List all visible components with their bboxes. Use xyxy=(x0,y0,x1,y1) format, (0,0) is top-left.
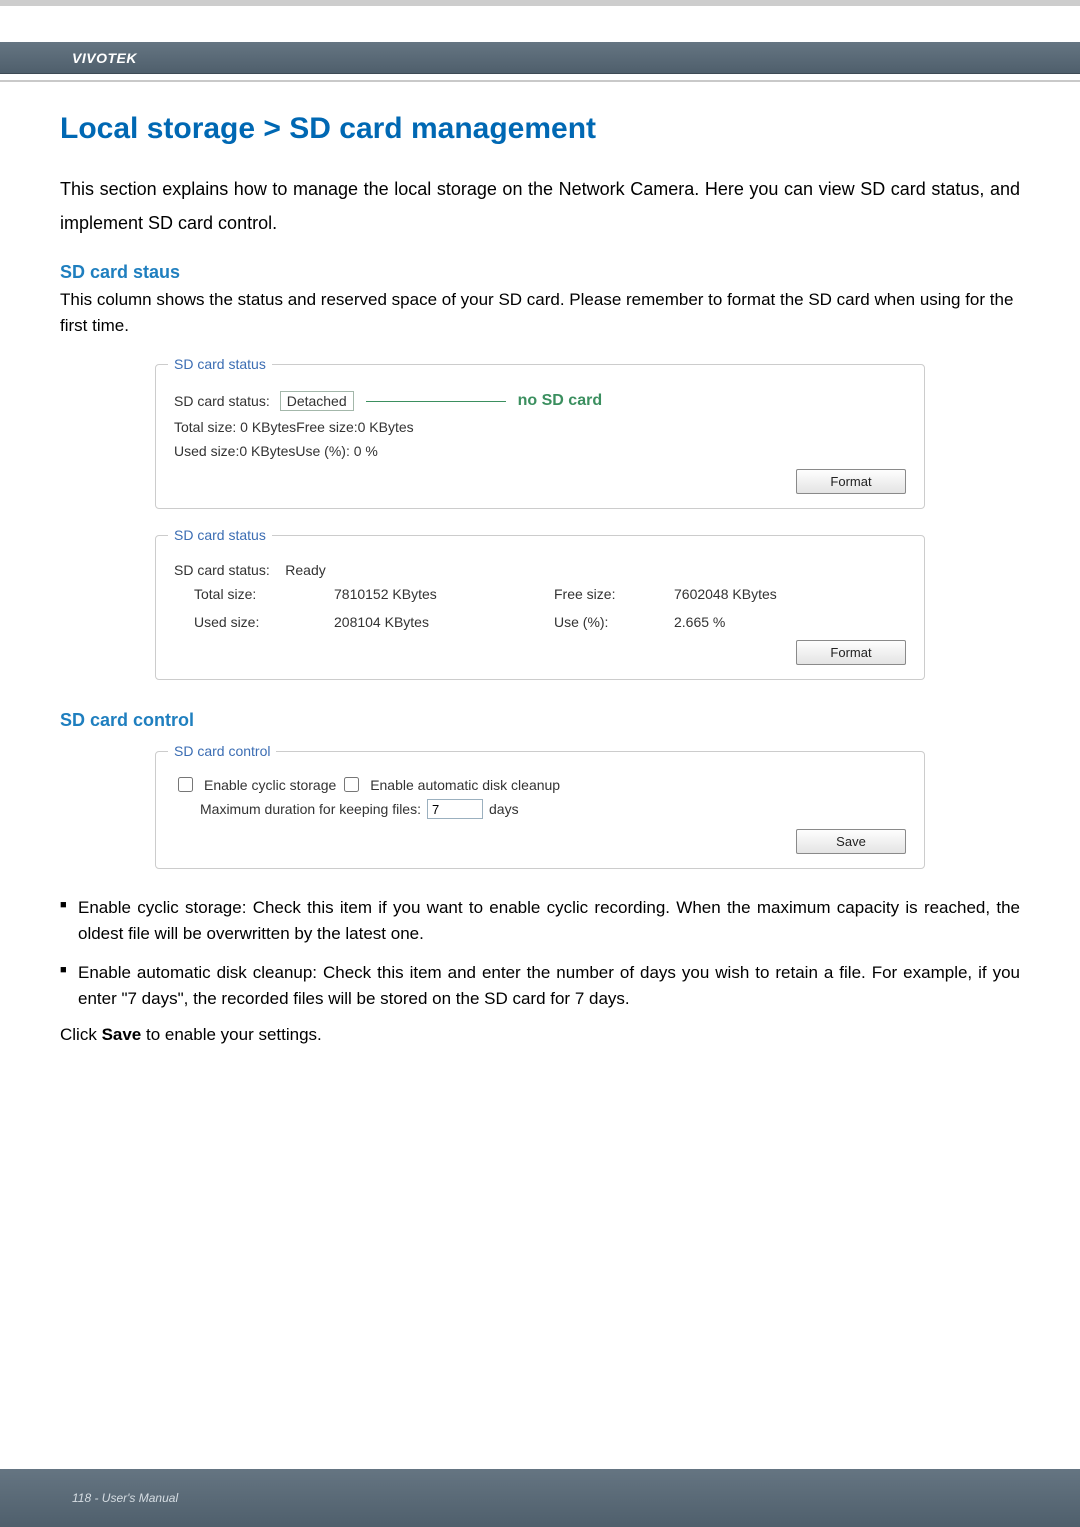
bullet-cyclic-storage: Enable cyclic storage: Check this item i… xyxy=(60,895,1020,946)
status-label: SD card status: xyxy=(174,562,270,578)
status-label: SD card status: xyxy=(174,393,270,409)
sd-card-status-explain: This column shows the status and reserve… xyxy=(60,287,1020,338)
panel-legend: SD card status xyxy=(168,527,272,543)
no-sd-card-callout: no SD card xyxy=(518,392,602,410)
closing-line: Click Save to enable your settings. xyxy=(60,1025,1020,1045)
sd-card-control-heading: SD card control xyxy=(60,710,1020,731)
closing-post: to enable your settings. xyxy=(141,1025,322,1044)
enable-automatic-disk-cleanup-checkbox[interactable] xyxy=(344,777,359,792)
total-size-label: Total size: xyxy=(194,586,334,602)
save-button[interactable]: Save xyxy=(796,829,906,854)
enable-cyclic-storage-checkbox[interactable] xyxy=(178,777,193,792)
use-pct-value: 2.665 % xyxy=(674,614,874,630)
free-size-label: Free size: xyxy=(554,586,674,602)
sd-card-control-panel: SD card control Enable cyclic storage En… xyxy=(155,751,925,869)
panel-legend: SD card status xyxy=(168,356,272,372)
used-line: Used size:0 KBytesUse (%): 0 % xyxy=(174,443,906,459)
max-duration-unit: days xyxy=(489,801,519,817)
enable-automatic-disk-cleanup-label: Enable automatic disk cleanup xyxy=(370,777,560,793)
max-duration-input[interactable] xyxy=(427,799,483,819)
sd-card-status-heading: SD card staus xyxy=(60,262,1020,283)
sd-status-panel-detached: SD card status SD card status: Detached … xyxy=(155,364,925,509)
sizes-line: Total size: 0 KBytesFree size:0 KBytes xyxy=(174,419,906,435)
status-value-ready: Ready xyxy=(285,562,325,578)
total-size-value: 7810152 KBytes xyxy=(334,586,554,602)
brand-logo-text: VIVOTEK xyxy=(72,50,137,66)
format-button[interactable]: Format xyxy=(796,640,906,665)
use-pct-label: Use (%): xyxy=(554,614,674,630)
enable-cyclic-storage-label: Enable cyclic storage xyxy=(204,777,336,793)
callout-line xyxy=(366,401,506,402)
format-button[interactable]: Format xyxy=(796,469,906,494)
used-size-value: 208104 KBytes xyxy=(334,614,554,630)
footer-band: 118 - User's Manual xyxy=(0,1469,1080,1527)
sd-status-panel-ready: SD card status SD card status: Ready Tot… xyxy=(155,535,925,680)
closing-pre: Click xyxy=(60,1025,102,1044)
max-duration-label: Maximum duration for keeping files: xyxy=(200,801,421,817)
free-size-value: 7602048 KBytes xyxy=(674,586,874,602)
closing-bold: Save xyxy=(102,1025,142,1044)
page-title: Local storage > SD card management xyxy=(60,112,1020,146)
bullet-auto-cleanup: Enable automatic disk cleanup: Check thi… xyxy=(60,960,1020,1011)
intro-paragraph: This section explains how to manage the … xyxy=(60,172,1020,240)
used-size-label: Used size: xyxy=(194,614,334,630)
status-value-detached: Detached xyxy=(280,391,354,411)
footer-text: 118 - User's Manual xyxy=(72,1491,178,1505)
top-grey-strip xyxy=(0,0,1080,6)
panel-legend: SD card control xyxy=(168,743,276,759)
header-band: VIVOTEK xyxy=(0,42,1080,74)
